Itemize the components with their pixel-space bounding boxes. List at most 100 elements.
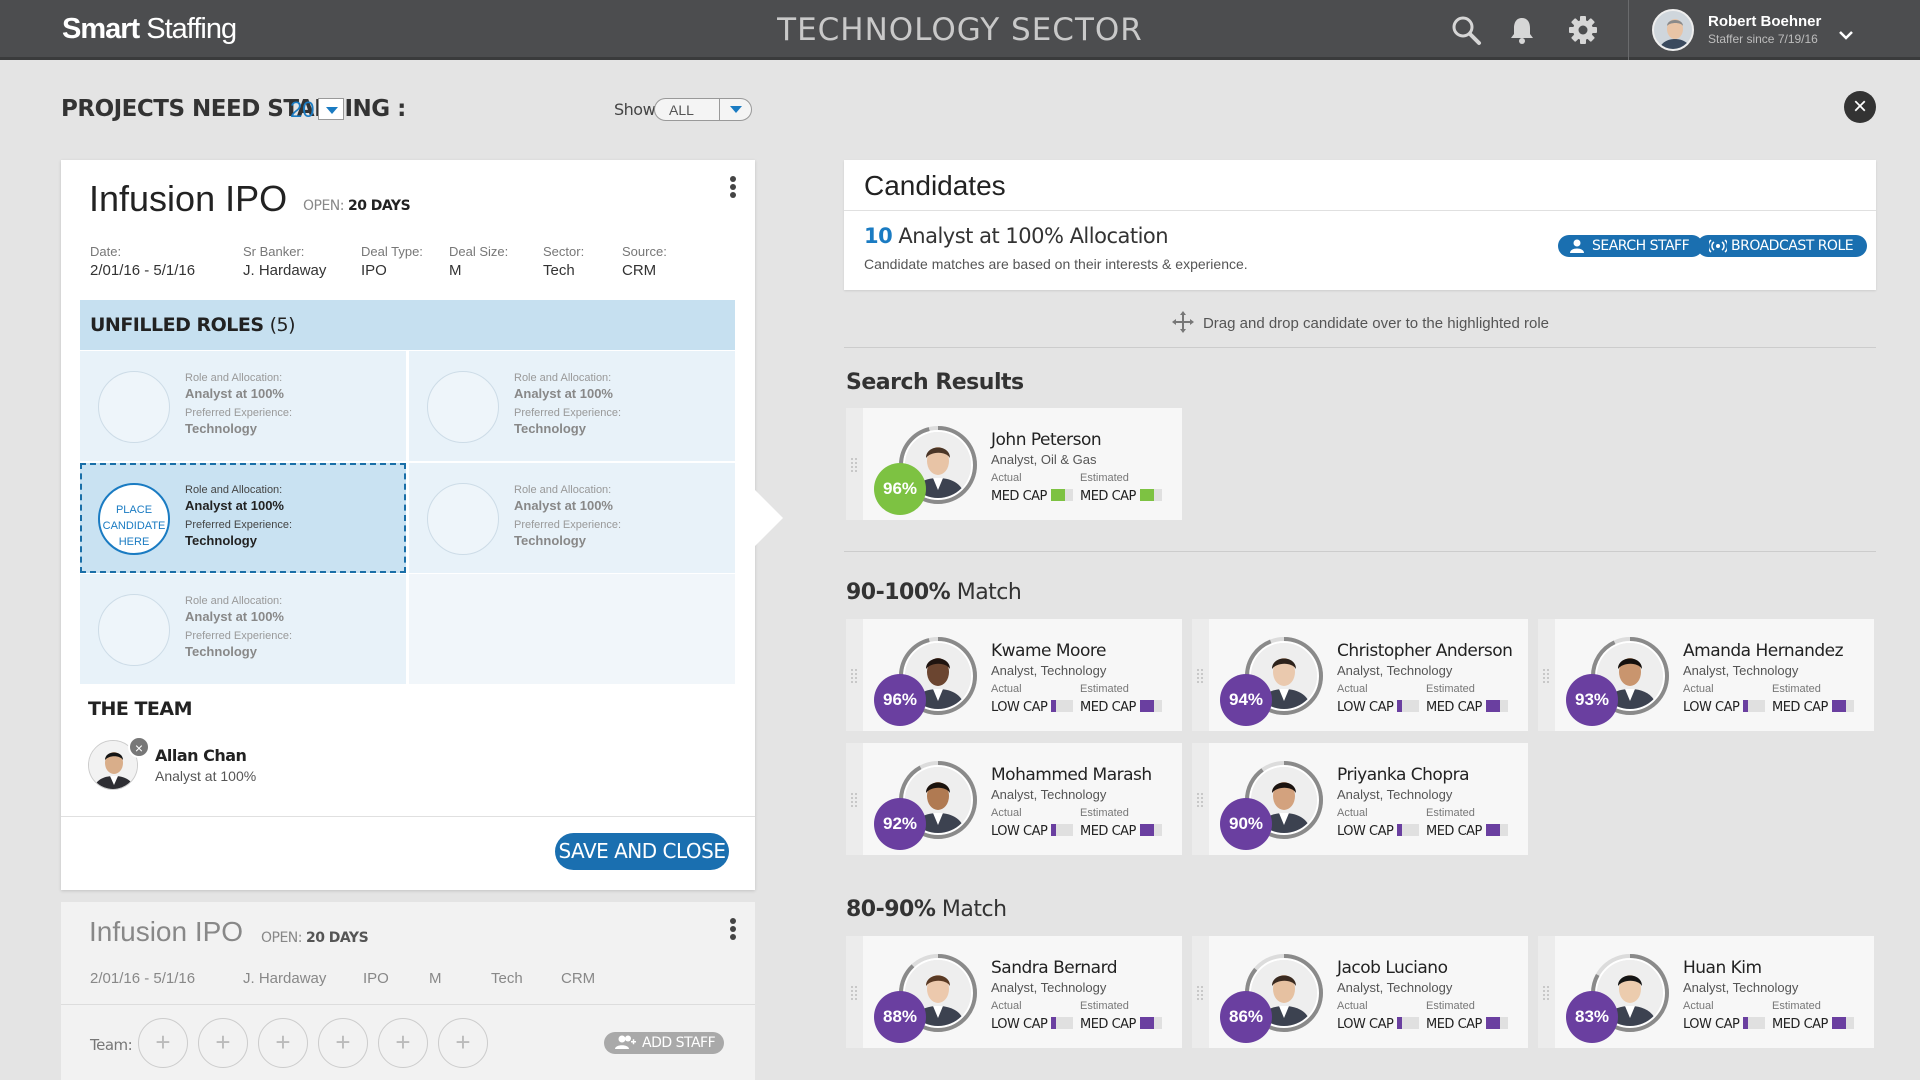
unfilled-roles-title: UNFILLED ROLES [90,314,264,336]
drag-handle-icon[interactable] [1543,986,1549,1000]
add-team-slot[interactable]: + [318,1018,368,1068]
user-name: Robert Boehner [1708,13,1822,30]
candidate-card[interactable]: 86% Jacob Luciano Analyst, Technology Ac… [1192,936,1528,1048]
role-key: Role and Allocation: [185,484,283,496]
add-team-slot[interactable]: + [438,1018,488,1068]
actual-cap-bar [1397,1017,1420,1029]
estimated-value: MED CAP [1080,489,1162,504]
meta-value: IPO [361,262,387,279]
drag-handle-icon[interactable] [1543,669,1549,683]
add-user-icon [615,1035,636,1049]
role-slot[interactable]: Role and Allocation: Analyst at 100% Prefe… [409,463,735,573]
role-avatar-placeholder [427,483,499,555]
meta-value: CRM [622,262,657,279]
actual-cap-bar [1051,700,1074,712]
meta-key: Deal Size: [449,244,509,259]
role-value: Analyst at 100% [185,609,284,624]
project-card-collapsed[interactable]: Infusion IPO OPEN: 20 DAYS 2/01/16 - 5/1… [61,902,755,1080]
save-and-close-button[interactable]: SAVE AND CLOSE [555,833,729,870]
candidate-card[interactable]: 83% Huan Kim Analyst, Technology Actual … [1538,936,1874,1048]
candidate-card[interactable]: 94% Christopher Anderson Analyst, Techno… [1192,619,1528,731]
unfilled-roles-panel: UNFILLED ROLES (5) Role and Allocation: A… [80,300,735,684]
actual-cap-fill [1743,1017,1748,1029]
candidate-card[interactable]: 96% John Peterson Analyst, Oil & Gas Act… [846,408,1182,520]
add-staff-button[interactable]: ADD STAFF [604,1032,724,1054]
chevron-down-icon[interactable] [1838,30,1854,40]
project-title: Infusion IPO [89,178,288,219]
match-80-90-suffix: Match [935,897,1007,922]
estimated-cap-bar [1485,824,1508,836]
role-slot-highlighted[interactable]: PLACE CANDIDATE HERE Role and Allocation… [80,463,406,573]
role-slot[interactable]: Role and Allocation: Analyst at 100% Prefe… [80,574,406,684]
actual-label: Actual [991,472,1022,484]
actual-cap-bar [1743,1017,1766,1029]
actual-cap-bar [1051,824,1074,836]
gear-icon[interactable] [1567,14,1599,46]
drag-handle-icon[interactable] [1197,986,1203,1000]
meta-key: Sr Banker: [243,244,305,259]
meta-value: J. Hardaway [243,262,327,279]
actual-cap-bar [1397,824,1420,836]
add-team-slot[interactable]: + [258,1018,308,1068]
topbar-divider [1628,0,1629,60]
role-slot[interactable]: Role and Allocation: Analyst at 100% Prefe… [80,351,406,461]
actual-value: LOW CAP [991,1017,1074,1032]
candidate-role: Analyst, Technology [1337,980,1453,995]
role-key: Preferred Experience: [185,630,292,642]
candidate-card[interactable]: 96% Kwame Moore Analyst, Technology Actu… [846,619,1182,731]
estimated-cap: Estimated MED CAP [1080,683,1162,715]
open-value: 20 DAYS [305,930,369,946]
add-team-slot[interactable]: + [138,1018,188,1068]
projects-dropdown-button[interactable] [318,98,344,120]
show-filter-select[interactable]: ALL [654,98,752,121]
drag-handle-icon[interactable] [851,458,857,472]
bell-icon[interactable] [1506,14,1538,46]
place-candidate-drop-target[interactable]: PLACE CANDIDATE HERE [98,483,170,555]
candidate-name: Huan Kim [1683,958,1762,978]
add-team-slot[interactable]: + [378,1018,428,1068]
candidate-card[interactable]: 88% Sandra Bernard Analyst, Technology A… [846,936,1182,1048]
actual-label: Actual [991,1000,1022,1012]
close-button[interactable]: × [1844,91,1876,123]
meta-key: Sector: [543,244,585,259]
estimated-cap-bar [1485,700,1508,712]
team-member-name: Allan Chan [155,746,247,765]
broadcast-role-button[interactable]: BROADCAST ROLE [1697,235,1868,257]
drag-handle-icon[interactable] [1197,669,1203,683]
add-team-slot[interactable]: + [198,1018,248,1068]
candidate-card[interactable]: 92% Mohammed Marash Analyst, Technology … [846,743,1182,855]
search-staff-button[interactable]: SEARCH STAFF [1558,235,1704,257]
candidate-role: Analyst, Technology [991,787,1107,802]
more-options-icon[interactable] [730,176,736,202]
actual-cap: Actual LOW CAP [991,683,1074,715]
team-header: THE TEAM [88,698,193,720]
estimated-label: Estimated [1772,1000,1821,1012]
estimated-label: Estimated [1426,807,1475,819]
role-key: Preferred Experience: [514,519,621,531]
candidate-card[interactable]: 90% Priyanka Chopra Analyst, Technology … [1192,743,1528,855]
drag-handle-icon[interactable] [851,669,857,683]
role-key: Preferred Experience: [514,407,621,419]
actual-cap-fill [1397,824,1402,836]
role-slot[interactable]: Role and Allocation: Analyst at 100% Prefe… [409,351,735,461]
candidate-name: Jacob Luciano [1337,958,1448,978]
remove-team-member-button[interactable]: × [128,736,150,758]
estimated-cap-fill [1485,1017,1501,1029]
estimated-cap: Estimated MED CAP [1426,807,1508,839]
drag-handle-icon[interactable] [851,986,857,1000]
user-avatar[interactable] [1652,9,1694,51]
chevron-down-icon [719,99,751,120]
drag-handle-icon[interactable] [1197,793,1203,807]
search-icon[interactable] [1450,14,1482,46]
meta-sector: Sector: Tech [543,244,584,279]
more-options-icon[interactable] [730,918,736,944]
role-value: Technology [185,644,257,659]
candidate-card[interactable]: 93% Amanda Hernandez Analyst, Technology… [1538,619,1874,731]
actual-cap: Actual MED CAP [991,472,1073,504]
drag-handle-icon[interactable] [851,793,857,807]
show-filter-value: ALL [669,102,694,118]
meta-sr-banker: J. Hardaway [243,970,327,987]
meta-source: CRM [561,970,596,987]
actual-label: Actual [1683,683,1714,695]
role-value: Technology [514,533,586,548]
